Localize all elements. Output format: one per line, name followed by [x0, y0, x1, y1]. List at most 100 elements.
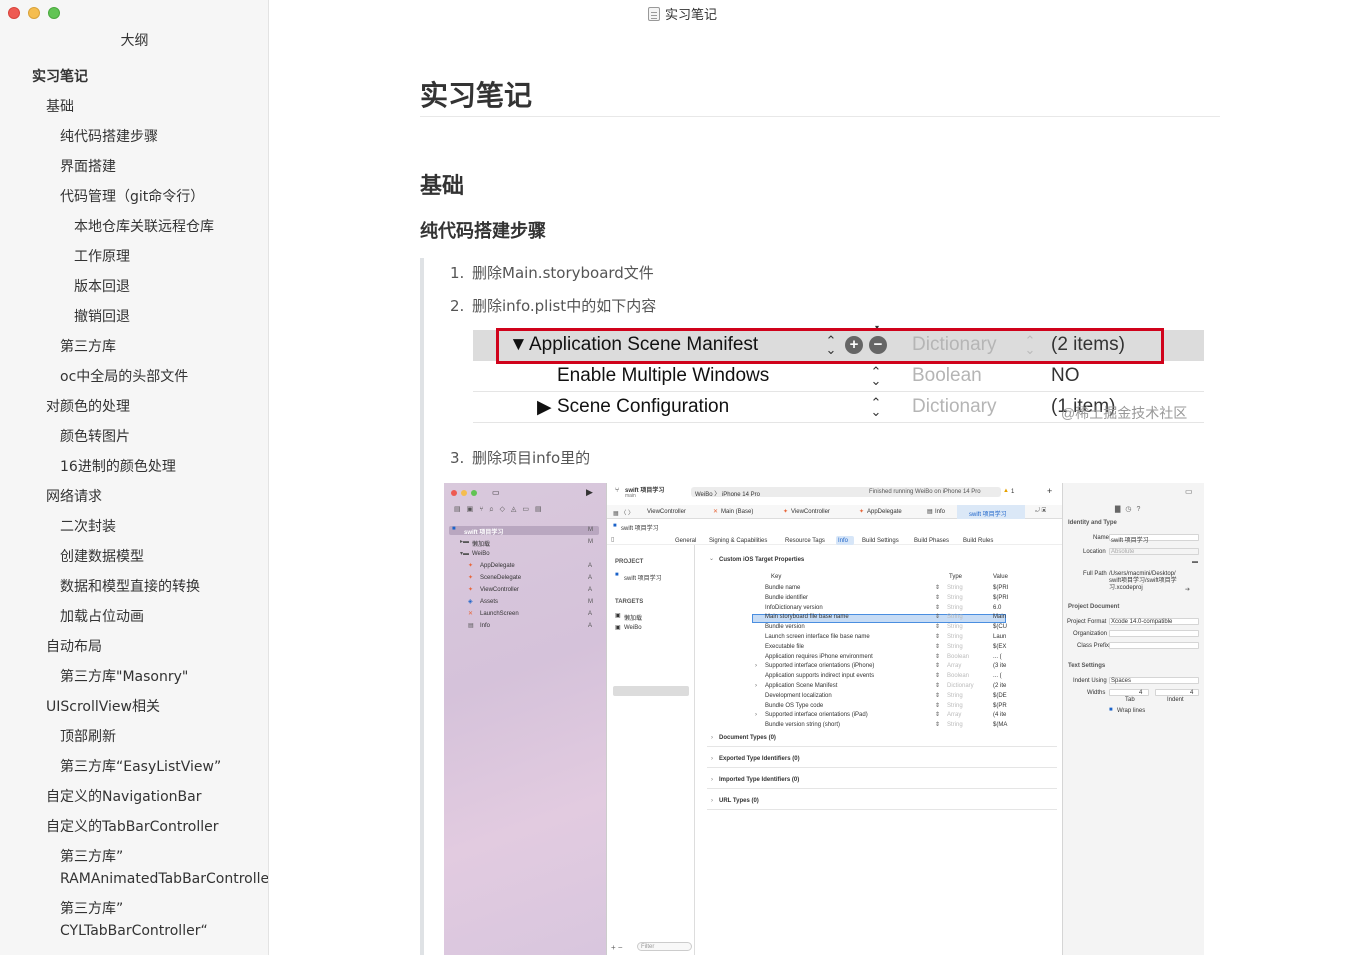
outline-item[interactable]: 工作原理 [0, 246, 268, 268]
stepper-icon: ⇕ [935, 673, 941, 680]
outline-item[interactable]: UIScrollView相关 [0, 696, 268, 718]
outline-item[interactable]: 实习笔记 [0, 66, 268, 88]
inspector-header: Project Document [1068, 604, 1120, 610]
editor-tab: swift 项目学习 [969, 512, 1007, 518]
chevron-right-icon: › [755, 683, 757, 689]
target-icon: ▣ [615, 613, 621, 619]
editor-tab: Info [935, 509, 946, 515]
stepper-icon: ⇕ [935, 692, 941, 699]
chevron-right-icon: › [755, 712, 757, 719]
inspector-value: 4 [1139, 690, 1143, 696]
document-content[interactable]: 实习笔记 基础 纯代码搭建步骤 1. 删除Main.storyboard文件 2.… [270, 0, 1370, 955]
property-key: Development localization [765, 692, 832, 699]
property-value: $(EX [993, 643, 1007, 650]
stepper-icon: ⇕ [935, 614, 941, 621]
segment: Info [838, 538, 849, 544]
segment: Build Settings [862, 538, 899, 544]
inspector-value: Spaces [1111, 678, 1132, 684]
outline-item[interactable]: 对颜色的处理 [0, 396, 268, 418]
heading-3: 纯代码搭建步骤 [420, 221, 546, 242]
scm-badge: A [588, 563, 593, 569]
segment: Build Rules [963, 538, 994, 544]
property-key: Bundle version [765, 624, 805, 631]
zoom-window-button[interactable] [48, 7, 60, 19]
property-key: Application requires iPhone environment [765, 653, 873, 660]
stepper-icon: ⌃ ⌄ [870, 395, 882, 419]
outline-item[interactable]: 创建数据模型 [0, 546, 268, 568]
plist-type: Dictionary [912, 396, 997, 417]
property-key: Executable file [765, 643, 805, 650]
outline-item[interactable]: 颜色转图片 [0, 426, 268, 448]
inspector-toggle-icon: ▭ [1185, 487, 1193, 496]
build-status: Finished running WeiBo on iPhone 14 Pro [869, 489, 981, 495]
run-icon: ▶ [586, 487, 593, 497]
property-type: Array [947, 712, 962, 719]
property-value: ... ( [993, 673, 1002, 680]
outline-item[interactable]: 第三方库 [0, 336, 268, 358]
outline-item[interactable]: 第三方库“EasyListView” [0, 756, 268, 778]
minimize-window-button[interactable] [28, 7, 40, 19]
outline-item[interactable]: 顶部刷新 [0, 726, 268, 748]
outline-item[interactable]: 第三方库” RAMAnimatedTabBarController“ [0, 846, 268, 890]
inspector-label: Full Path [1083, 571, 1107, 577]
segment: Resource Tags [785, 538, 825, 544]
stepper-icon: ⇕ [935, 653, 941, 660]
outline-item[interactable]: 界面搭建 [0, 156, 268, 178]
plist-key: Enable Multiple Windows [557, 365, 770, 386]
heading-2: 基础 [420, 174, 465, 199]
file-icon: ■ [452, 526, 456, 532]
outline-item[interactable]: 加载占位动画 [0, 606, 268, 628]
chevron-down-icon: ⌄ [709, 556, 715, 562]
section-label: URL Types (0) [719, 798, 759, 804]
list-number: 2. [450, 297, 465, 315]
outline-item[interactable]: 16进制的颜色处理 [0, 456, 268, 478]
inspector-label: Wrap lines [1117, 708, 1146, 714]
file-item: Assets [480, 599, 499, 605]
property-type: String [947, 594, 963, 601]
outline-item[interactable]: 第三方库"Masonry" [0, 666, 268, 688]
scm-badge: A [588, 623, 593, 629]
outline-item[interactable]: 网络请求 [0, 486, 268, 508]
property-type: String [947, 614, 963, 621]
outline-item[interactable]: oc中全局的头部文件 [0, 366, 268, 388]
outline-item[interactable]: 版本回退 [0, 276, 268, 298]
inspector-value: Xcode 14.0-compatible [1111, 619, 1173, 625]
outline-item[interactable]: 本地仓库关联远程仓库 [0, 216, 268, 238]
property-value: $(PR [993, 702, 1007, 709]
outline-item[interactable]: 代码管理（git命令行） [0, 186, 268, 208]
property-value: ... ( [993, 653, 1002, 660]
stepper-icon: ⇕ [935, 702, 941, 709]
outline-item[interactable]: 自定义的TabBarController [0, 816, 268, 838]
info-section [707, 794, 1057, 810]
section-label: Exported Type Identifiers (0) [719, 756, 800, 762]
stepper-icon: ⇕ [935, 643, 941, 650]
outline-item[interactable]: 基础 [0, 96, 268, 118]
scm-badge: A [588, 611, 593, 617]
close-dot [451, 490, 457, 496]
property-type: String [947, 624, 963, 631]
warning-count: 1 [1011, 489, 1015, 495]
outline-item[interactable]: 第三方库” CYLTabBarController“ [0, 898, 268, 942]
outline-item[interactable]: 纯代码搭建步骤 [0, 126, 268, 148]
section-label: Imported Type Identifiers (0) [719, 777, 800, 783]
inspector-tabs-icon: ▇◷? [1115, 506, 1146, 513]
close-window-button[interactable] [8, 7, 20, 19]
inspector-value: Absolute [1111, 549, 1135, 555]
outline-item[interactable]: 自动布局 [0, 636, 268, 658]
stepper-icon: ⇕ [935, 594, 941, 601]
stepper-icon: ⇕ [935, 585, 941, 591]
swift-icon: ✦ [783, 509, 789, 515]
column-header: Value [993, 574, 1008, 580]
organization-field [1109, 630, 1199, 637]
outline-item[interactable]: 数据和模型直接的转换 [0, 576, 268, 598]
xcode-editor: ⑂ swift 项目学习 main WeiBo 〉 iPhone 14 Pro … [606, 483, 1063, 955]
outline-item[interactable]: 二次封装 [0, 516, 268, 538]
outline-item[interactable]: 撤销回退 [0, 306, 268, 328]
property-key: Bundle identifier [765, 594, 809, 601]
property-type: Boolean [947, 673, 970, 680]
property-type: String [947, 692, 963, 699]
property-value: $(PRI [993, 594, 1009, 601]
scm-badge: A [588, 587, 593, 593]
tab-width-field [1109, 689, 1149, 696]
outline-item[interactable]: 自定义的NavigationBar [0, 786, 268, 808]
